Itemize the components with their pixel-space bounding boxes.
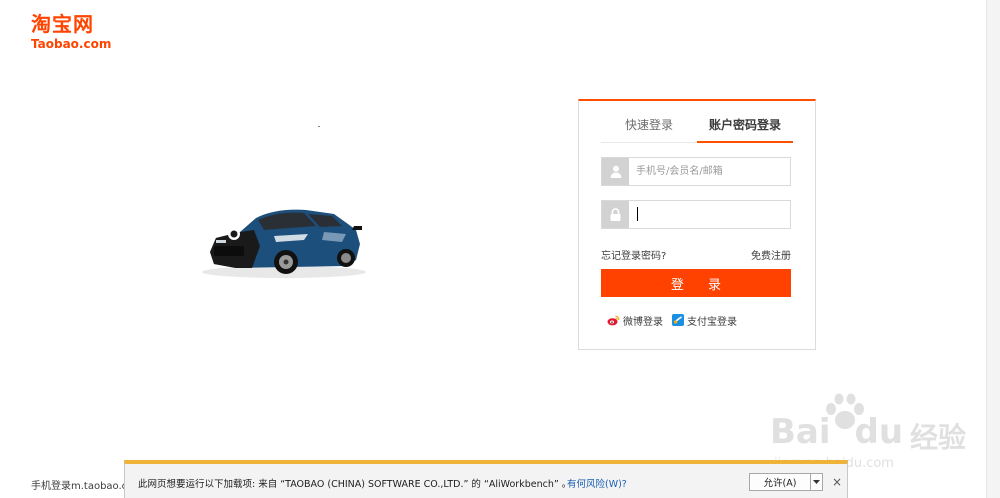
close-notification-button[interactable]: × (830, 475, 844, 489)
caret-down-icon (813, 480, 820, 484)
logo-chinese: 淘宝网 (31, 12, 94, 36)
alternative-logins: 微博登录 支付宝登录 (607, 312, 746, 328)
watermark-brand-end: du (854, 412, 904, 452)
weibo-login-label: 微博登录 (623, 316, 663, 328)
username-input[interactable] (636, 162, 786, 181)
risk-info-link[interactable]: 有何风险(W)? (567, 476, 627, 490)
notification-message: 此网页想要运行以下加载项: 来自 “TAOBAO (CHINA) SOFTWAR… (138, 479, 572, 490)
register-link[interactable]: 免费注册 (751, 247, 791, 262)
weibo-login-link[interactable]: 微博登录 (607, 313, 663, 328)
watermark-brand-start: Bai (770, 412, 831, 452)
password-input[interactable] (636, 205, 786, 224)
alipay-login-link[interactable]: 支付宝登录 (672, 313, 737, 328)
logo-english: Taobao.com (31, 37, 112, 51)
page: 淘宝网 Taobao.com 快速登录 账户密码登录 手机号/会员名/邮箱 忘记… (0, 0, 1000, 498)
user-icon (602, 158, 629, 185)
login-button[interactable]: 登 录 (601, 269, 791, 297)
login-panel: 快速登录 账户密码登录 忘记登录密码? 免费注册 (578, 99, 816, 350)
watermark-brand: Bai du (770, 412, 903, 452)
forgot-password-link[interactable]: 忘记登录密码? (601, 247, 666, 262)
password-field[interactable] (601, 200, 791, 229)
vertical-scrollbar[interactable] (986, 0, 1000, 498)
alipay-login-label: 支付宝登录 (687, 316, 737, 328)
tab-quick-login[interactable]: 快速登录 (601, 115, 697, 143)
allow-dropdown-button[interactable] (810, 473, 823, 491)
paw-icon (826, 393, 864, 429)
weibo-icon (607, 315, 620, 325)
alipay-icon (672, 314, 684, 326)
taobao-logo[interactable]: 淘宝网 Taobao.com (31, 12, 111, 51)
addon-notification-bar: 此网页想要运行以下加载项: 来自 “TAOBAO (CHINA) SOFTWAR… (124, 460, 848, 498)
watermark-sub: 经验 (910, 421, 967, 454)
car-banner-image (202, 209, 366, 278)
allow-button[interactable]: 允许(A) (749, 473, 811, 491)
login-tabs: 快速登录 账户密码登录 (601, 115, 793, 143)
tab-password-login[interactable]: 账户密码登录 (697, 115, 793, 143)
username-field[interactable] (601, 157, 791, 186)
stray-dot (318, 126, 320, 127)
lock-icon (602, 201, 629, 228)
